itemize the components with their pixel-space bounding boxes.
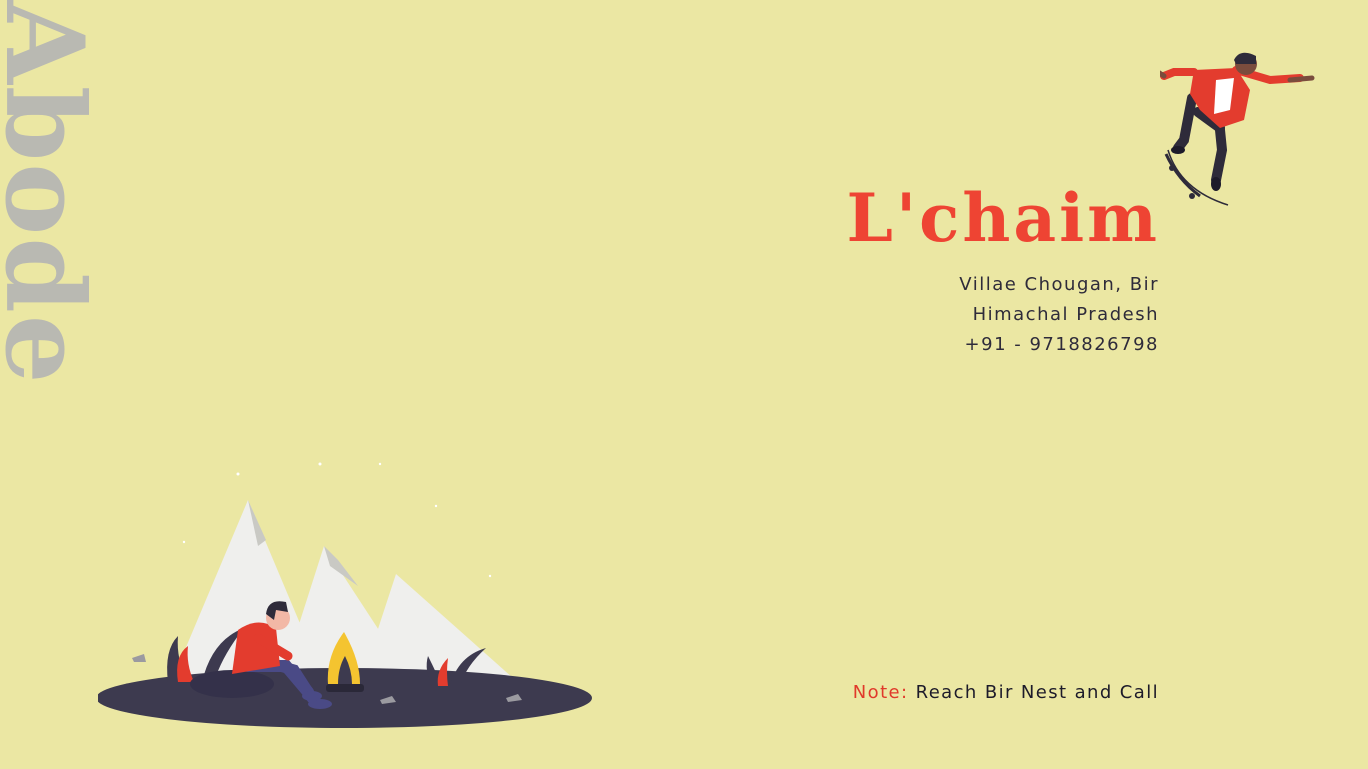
address-line-2: Himachal Pradesh [972,304,1159,325]
brand-name: L'chaim [846,179,1160,257]
skateboarder-illustration [1160,52,1315,206]
side-title: Abode [0,0,120,440]
page: Abode L'chaim Villae Chougan, Bir Himach… [0,0,1368,769]
campfire-mountains-illustration [98,462,592,728]
side-title-text: Abode [0,0,107,386]
phone-number: +91 - 9718826798 [964,334,1159,355]
address-block: Villae Chougan, Bir Himachal Pradesh +91… [959,270,1159,360]
note: Note: Reach Bir Nest and Call [853,682,1159,703]
note-text: Reach Bir Nest and Call [915,682,1159,703]
address-line-1: Villae Chougan, Bir [959,274,1159,295]
note-label: Note: [852,682,909,703]
